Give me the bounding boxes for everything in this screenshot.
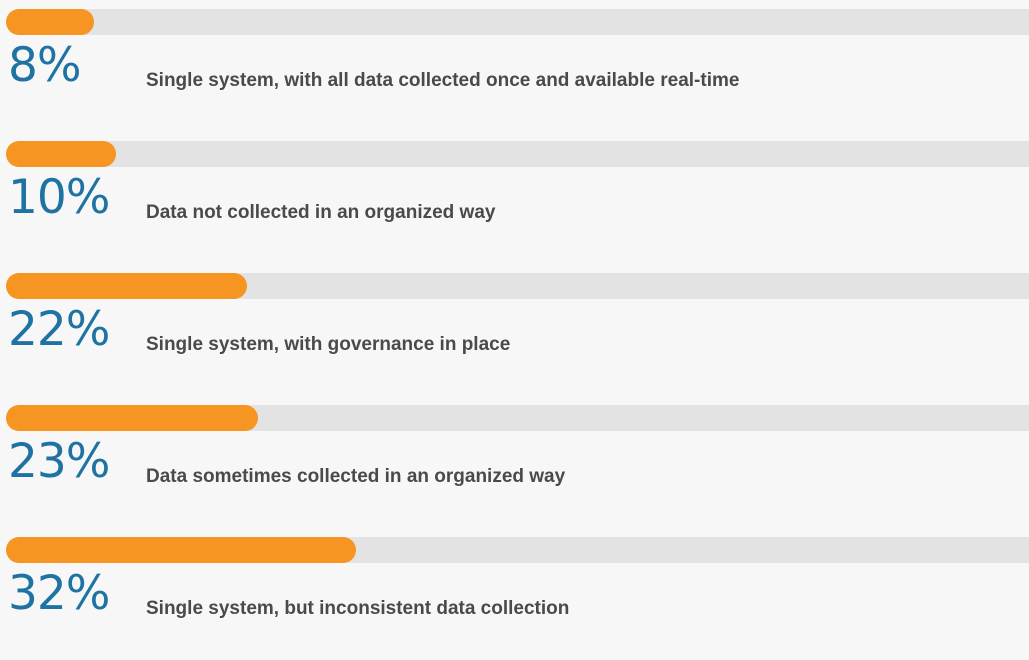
chart-row-2: 10% Data not collected in an organized w… [0, 132, 1029, 264]
bar-track [6, 141, 1029, 167]
category-label: Single system, with all data collected o… [146, 70, 740, 91]
value-label: 22% [8, 302, 110, 357]
bar-fill [6, 405, 258, 431]
chart-row-1: 8% Single system, with all data collecte… [0, 0, 1029, 132]
chart-row-5: 32% Single system, but inconsistent data… [0, 528, 1029, 660]
bar-fill [6, 537, 357, 563]
bar-track [6, 273, 1029, 299]
bar-track [6, 405, 1029, 431]
category-label: Single system, but inconsistent data col… [146, 598, 570, 619]
category-label: Data sometimes collected in an organized… [146, 466, 566, 487]
bar-track [6, 9, 1029, 35]
category-label: Data not collected in an organized way [146, 202, 496, 223]
category-label: Single system, with governance in place [146, 334, 511, 355]
bar-fill [6, 273, 247, 299]
bar-track [6, 537, 1029, 563]
value-label: 23% [8, 434, 110, 489]
value-label: 32% [8, 566, 110, 621]
bar-fill [6, 141, 116, 167]
value-label: 10% [8, 170, 110, 225]
value-label: 8% [8, 38, 82, 93]
chart-row-4: 23% Data sometimes collected in an organ… [0, 396, 1029, 528]
chart-row-3: 22% Single system, with governance in pl… [0, 264, 1029, 396]
bar-fill [6, 9, 94, 35]
